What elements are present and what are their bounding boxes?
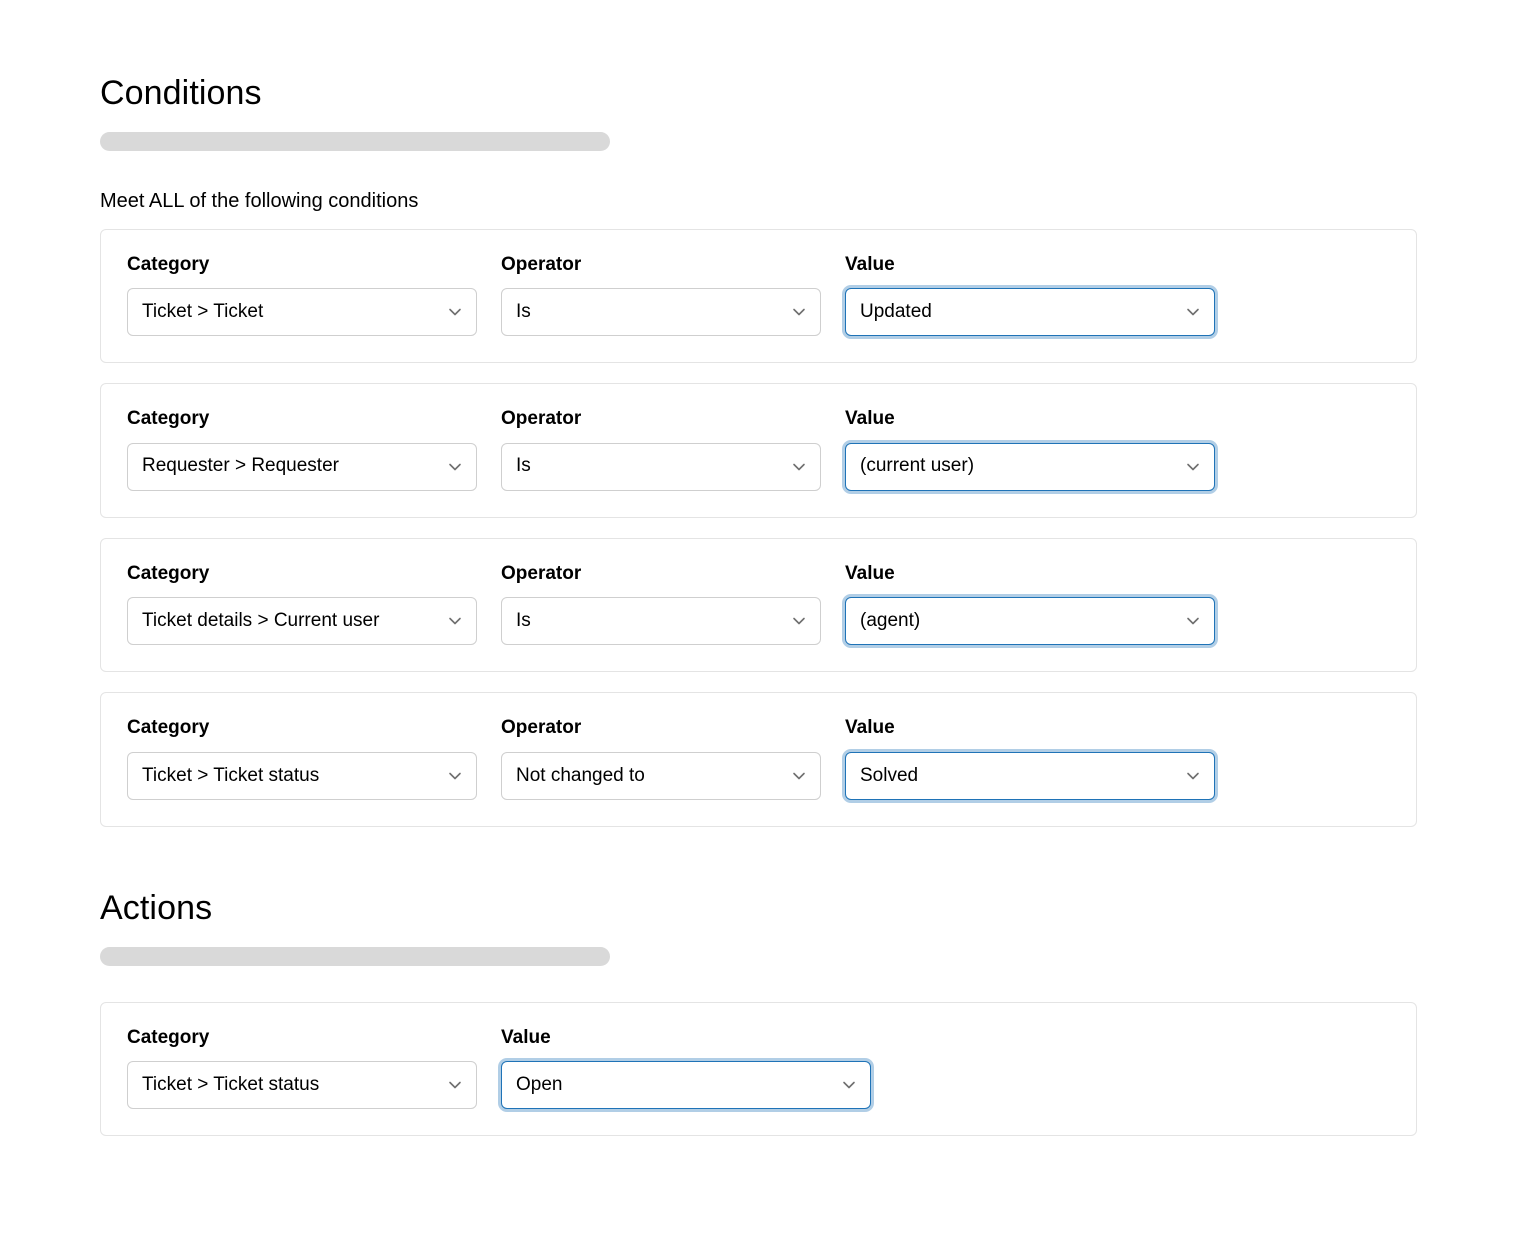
operator-label: Operator — [501, 406, 821, 433]
condition-category-select[interactable]: Ticket > Ticket status — [127, 752, 477, 800]
actions-heading: Actions — [100, 885, 1417, 933]
select-value: Solved — [860, 763, 918, 790]
condition-value-select[interactable]: Solved — [845, 752, 1215, 800]
action-category-group: Category Ticket > Ticket status — [127, 1025, 477, 1110]
rules-editor-page: Conditions Meet ALL of the following con… — [0, 0, 1517, 1236]
select-value: Is — [516, 299, 531, 326]
action-value-group: Value Open — [501, 1025, 871, 1110]
select-value: (current user) — [860, 453, 974, 480]
conditions-heading: Conditions — [100, 70, 1417, 118]
condition-value-select[interactable]: (agent) — [845, 597, 1215, 645]
conditions-description-placeholder — [100, 132, 610, 151]
condition-row: Category Ticket > Ticket Operator Is Val… — [100, 229, 1417, 364]
value-label: Value — [845, 561, 1215, 588]
condition-value-group: Value Solved — [845, 715, 1215, 800]
condition-value-group: Value (agent) — [845, 561, 1215, 646]
value-label: Value — [845, 715, 1215, 742]
chevron-down-icon — [842, 1078, 856, 1092]
chevron-down-icon — [448, 305, 462, 319]
condition-operator-select[interactable]: Is — [501, 443, 821, 491]
operator-label: Operator — [501, 252, 821, 279]
condition-category-group: Category Ticket > Ticket — [127, 252, 477, 337]
condition-operator-group: Operator Is — [501, 406, 821, 491]
chevron-down-icon — [1186, 769, 1200, 783]
value-label: Value — [845, 406, 1215, 433]
condition-operator-group: Operator Is — [501, 561, 821, 646]
condition-value-group: Value Updated — [845, 252, 1215, 337]
operator-label: Operator — [501, 561, 821, 588]
select-value: Ticket > Ticket status — [142, 1072, 319, 1099]
select-value: Updated — [860, 299, 932, 326]
condition-operator-group: Operator Not changed to — [501, 715, 821, 800]
condition-category-select[interactable]: Ticket details > Current user — [127, 597, 477, 645]
chevron-down-icon — [448, 1078, 462, 1092]
condition-category-select[interactable]: Requester > Requester — [127, 443, 477, 491]
select-value: Open — [516, 1072, 562, 1099]
condition-operator-group: Operator Is — [501, 252, 821, 337]
condition-category-group: Category Requester > Requester — [127, 406, 477, 491]
condition-row: Category Ticket > Ticket status Operator… — [100, 692, 1417, 827]
select-value: Ticket > Ticket — [142, 299, 263, 326]
category-label: Category — [127, 1025, 477, 1052]
category-label: Category — [127, 715, 477, 742]
condition-value-select[interactable]: Updated — [845, 288, 1215, 336]
select-value: Is — [516, 608, 531, 635]
condition-row: Category Ticket details > Current user O… — [100, 538, 1417, 673]
conditions-subheading: Meet ALL of the following conditions — [100, 187, 1417, 215]
condition-category-select[interactable]: Ticket > Ticket — [127, 288, 477, 336]
condition-value-group: Value (current user) — [845, 406, 1215, 491]
action-category-select[interactable]: Ticket > Ticket status — [127, 1061, 477, 1109]
chevron-down-icon — [448, 614, 462, 628]
action-value-select[interactable]: Open — [501, 1061, 871, 1109]
category-label: Category — [127, 561, 477, 588]
chevron-down-icon — [448, 460, 462, 474]
chevron-down-icon — [792, 614, 806, 628]
condition-value-select[interactable]: (current user) — [845, 443, 1215, 491]
condition-operator-select[interactable]: Is — [501, 288, 821, 336]
condition-operator-select[interactable]: Not changed to — [501, 752, 821, 800]
chevron-down-icon — [448, 769, 462, 783]
chevron-down-icon — [1186, 305, 1200, 319]
select-value: Ticket details > Current user — [142, 608, 379, 635]
select-value: Ticket > Ticket status — [142, 763, 319, 790]
category-label: Category — [127, 406, 477, 433]
select-value: Not changed to — [516, 763, 645, 790]
select-value: Is — [516, 453, 531, 480]
select-value: Requester > Requester — [142, 453, 339, 480]
category-label: Category — [127, 252, 477, 279]
chevron-down-icon — [792, 305, 806, 319]
condition-row: Category Requester > Requester Operator … — [100, 383, 1417, 518]
condition-category-group: Category Ticket > Ticket status — [127, 715, 477, 800]
condition-operator-select[interactable]: Is — [501, 597, 821, 645]
action-row: Category Ticket > Ticket status Value Op… — [100, 1002, 1417, 1137]
chevron-down-icon — [792, 769, 806, 783]
value-label: Value — [501, 1025, 871, 1052]
select-value: (agent) — [860, 608, 920, 635]
actions-description-placeholder — [100, 947, 610, 966]
chevron-down-icon — [1186, 460, 1200, 474]
operator-label: Operator — [501, 715, 821, 742]
chevron-down-icon — [1186, 614, 1200, 628]
chevron-down-icon — [792, 460, 806, 474]
value-label: Value — [845, 252, 1215, 279]
condition-category-group: Category Ticket details > Current user — [127, 561, 477, 646]
